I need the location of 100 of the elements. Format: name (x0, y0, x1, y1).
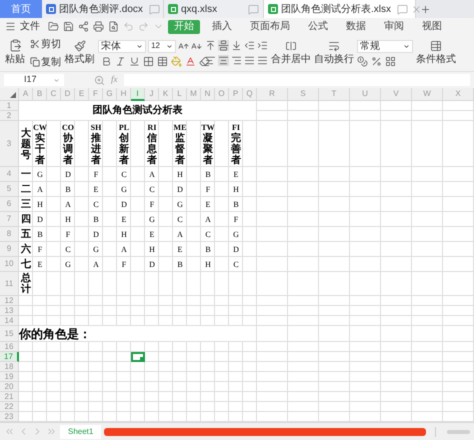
print-icon[interactable] (93, 21, 104, 32)
function-button[interactable]: fx (111, 73, 118, 87)
home-tab[interactable]: 首页 (0, 0, 42, 18)
align-bottom-icon[interactable] (231, 40, 242, 51)
row-header[interactable]: 20 (0, 382, 19, 392)
column-header[interactable]: R (257, 88, 288, 101)
column-header[interactable]: A (19, 88, 33, 101)
number-format-select[interactable]: 常规 (357, 40, 413, 52)
document-tab[interactable]: 团队角色测评.docx (42, 0, 164, 18)
folder-icon[interactable] (48, 21, 59, 32)
menu-tab[interactable]: 开始 (168, 20, 200, 34)
column-header[interactable]: H (117, 88, 131, 101)
row-header[interactable]: 12 (0, 296, 19, 306)
font-color-icon[interactable] (185, 56, 196, 66)
row-header[interactable]: 5 (0, 182, 19, 197)
font-select[interactable]: 宋体 (98, 40, 146, 52)
column-header[interactable]: L (173, 88, 187, 101)
row-header[interactable]: 10 (0, 257, 19, 272)
row-header[interactable]: 15 (0, 326, 19, 342)
row-header[interactable]: 19 (0, 372, 19, 382)
menu-tab[interactable]: 页面布局 (244, 20, 296, 34)
row-header[interactable]: 18 (0, 362, 19, 372)
column-header[interactable]: Q (243, 88, 257, 101)
column-header[interactable]: M (187, 88, 201, 101)
scroll-thumb[interactable] (447, 430, 470, 434)
outdent-icon[interactable] (244, 40, 255, 51)
menu-icon[interactable] (5, 21, 16, 32)
cell-style-icon[interactable] (157, 56, 168, 66)
row-header[interactable]: 22 (0, 402, 19, 412)
increase-font-icon[interactable] (178, 40, 189, 52)
align-center-icon[interactable] (218, 55, 229, 66)
percent-icon[interactable] (371, 56, 382, 66)
cell-reference-field[interactable]: I17 (4, 74, 64, 86)
indent-icon[interactable] (257, 40, 268, 51)
column-header[interactable]: C (47, 88, 61, 101)
row-header[interactable]: 1 (0, 101, 19, 111)
column-header[interactable]: B (33, 88, 47, 101)
column-header[interactable]: J (145, 88, 159, 101)
share-icon[interactable] (78, 21, 89, 32)
save-icon[interactable] (63, 21, 74, 32)
zoom-icon[interactable] (94, 74, 105, 86)
menu-tab[interactable]: 视图 (416, 20, 448, 34)
copy-button[interactable]: 复制 (30, 54, 61, 70)
preview-icon[interactable] (108, 21, 119, 32)
file-menu[interactable]: 文件 (20, 22, 40, 32)
row-header[interactable]: 2 (0, 111, 19, 121)
underline-icon[interactable] (129, 56, 140, 66)
selected-cell[interactable] (131, 352, 145, 362)
column-header[interactable]: V (381, 88, 412, 101)
align-left-icon[interactable] (205, 55, 216, 66)
currency-icon[interactable] (357, 56, 368, 66)
menu-tab[interactable]: 审阅 (378, 20, 410, 34)
column-header[interactable]: N (201, 88, 215, 101)
column-header[interactable]: O (215, 88, 229, 101)
row-header[interactable]: 17 (0, 352, 19, 362)
column-header[interactable]: X (443, 88, 474, 101)
eraser-icon[interactable] (199, 56, 210, 66)
select-all-icon[interactable] (10, 92, 16, 98)
menu-tab[interactable]: 插入 (206, 20, 238, 34)
italic-icon[interactable] (115, 56, 126, 66)
new-tab-icon[interactable] (420, 4, 431, 14)
column-header[interactable]: U (350, 88, 381, 101)
row-header[interactable]: 14 (0, 316, 19, 326)
row-header[interactable]: 9 (0, 242, 19, 257)
column-header[interactable]: T (319, 88, 350, 101)
conditional-format-button[interactable]: 条件格式 (416, 40, 456, 66)
menu-tab[interactable]: 数据 (340, 20, 372, 34)
sheet-tab[interactable]: Sheet1 (60, 424, 102, 438)
row-header[interactable]: 11 (0, 272, 19, 296)
format-painter-button[interactable]: 格式刷 (64, 40, 95, 66)
paste-button[interactable]: 粘贴 (3, 39, 27, 67)
column-header[interactable]: I (131, 88, 145, 101)
cut-button[interactable]: 剪切 (30, 36, 61, 52)
column-header[interactable]: D (61, 88, 75, 101)
menu-tab[interactable]: 公式 (302, 20, 334, 34)
decrease-font-icon[interactable] (191, 40, 202, 52)
align-top-icon[interactable] (205, 40, 216, 51)
borders-icon[interactable] (143, 56, 154, 66)
font-size-select[interactable]: 12 (148, 40, 176, 52)
row-header[interactable]: 3 (0, 121, 19, 167)
row-header[interactable]: 4 (0, 167, 19, 182)
align-middle-icon[interactable] (218, 40, 229, 51)
row-header[interactable]: 21 (0, 392, 19, 402)
merge-center-button[interactable]: 合并居中 (271, 40, 311, 66)
column-header[interactable]: K (159, 88, 173, 101)
distribute-icon[interactable] (257, 55, 268, 66)
column-header[interactable]: G (103, 88, 117, 101)
column-header[interactable]: P (229, 88, 243, 101)
justify-icon[interactable] (244, 55, 255, 66)
column-header[interactable]: F (89, 88, 103, 101)
row-header[interactable]: 8 (0, 227, 19, 242)
row-header[interactable]: 16 (0, 342, 19, 352)
align-right-icon[interactable] (231, 55, 242, 66)
column-header[interactable]: W (412, 88, 443, 101)
wrap-text-button[interactable]: 自动换行 (314, 40, 354, 66)
row-header[interactable]: 7 (0, 212, 19, 227)
row-header[interactable]: 6 (0, 197, 19, 212)
column-header[interactable]: E (75, 88, 89, 101)
fill-color-icon[interactable] (171, 56, 182, 66)
document-tab[interactable]: qxq.xlsx (164, 0, 264, 18)
